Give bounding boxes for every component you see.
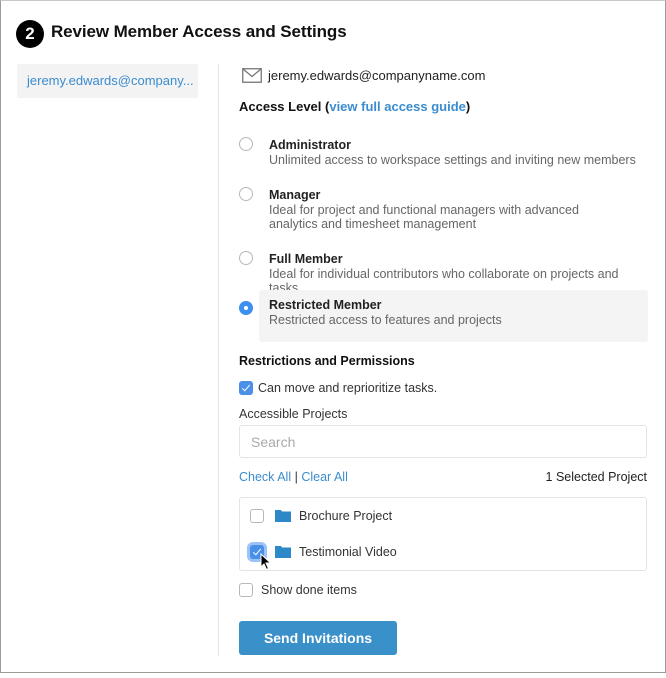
mouse-pointer-icon (260, 553, 272, 571)
bulk-select-links: Check All | Clear All (239, 470, 348, 484)
option-manager[interactable]: Manager Ideal for project and functional… (259, 180, 648, 240)
option-desc: Unlimited access to workspace settings a… (269, 153, 636, 167)
option-restricted-member[interactable]: Restricted Member Restricted access to f… (259, 290, 648, 342)
sidebar-item-member[interactable]: jeremy.edwards@company... (17, 64, 198, 98)
access-level-label: Access Level (view full access guide) (239, 99, 470, 114)
link-separator: | (291, 470, 302, 484)
radio-administrator[interactable] (239, 137, 253, 151)
option-full-member[interactable]: Full Member Ideal for individual contrib… (259, 244, 648, 296)
selected-project-count: 1 Selected Project (545, 470, 647, 484)
send-invitations-button[interactable]: Send Invitations (239, 621, 397, 655)
project-checkbox-brochure[interactable] (250, 509, 264, 523)
option-desc: Restricted access to features and projec… (269, 313, 502, 327)
project-name: Testimonial Video (299, 545, 397, 559)
move-tasks-checkbox[interactable] (239, 381, 253, 395)
radio-restricted-member[interactable] (239, 301, 253, 315)
folder-icon (275, 546, 291, 558)
member-email-row: jeremy.edwards@companyname.com (242, 65, 485, 85)
project-search-input[interactable] (239, 425, 647, 458)
page-title: Review Member Access and Settings (51, 22, 347, 41)
radio-manager[interactable] (239, 187, 253, 201)
access-guide-link[interactable]: view full access guide (329, 99, 466, 114)
option-name: Restricted Member (269, 298, 382, 312)
show-done-label: Show done items (261, 583, 357, 597)
move-tasks-label: Can move and reprioritize tasks. (258, 381, 438, 395)
option-administrator[interactable]: Administrator Unlimited access to worksp… (259, 130, 648, 182)
step-number-badge: 2 (16, 20, 44, 48)
clear-all-link[interactable]: Clear All (301, 470, 348, 484)
member-email: jeremy.edwards@companyname.com (268, 67, 486, 83)
radio-full-member[interactable] (239, 251, 253, 265)
show-done-checkbox[interactable] (239, 583, 253, 597)
access-level-text: Access Level ( (239, 99, 330, 114)
envelope-icon (242, 67, 262, 83)
access-level-text-end: ) (465, 99, 471, 114)
vertical-divider (218, 64, 219, 656)
folder-icon (275, 510, 291, 522)
accessible-projects-label: Accessible Projects (239, 407, 348, 421)
project-list: Brochure Project Testimonial Video (239, 497, 647, 571)
restrictions-title: Restrictions and Permissions (239, 354, 415, 368)
project-name: Brochure Project (299, 509, 393, 523)
check-all-link[interactable]: Check All (239, 470, 291, 484)
option-desc: Ideal for project and functional manager… (269, 203, 579, 231)
option-name: Manager (269, 188, 321, 202)
option-name: Administrator (269, 138, 351, 152)
option-name: Full Member (269, 252, 343, 266)
